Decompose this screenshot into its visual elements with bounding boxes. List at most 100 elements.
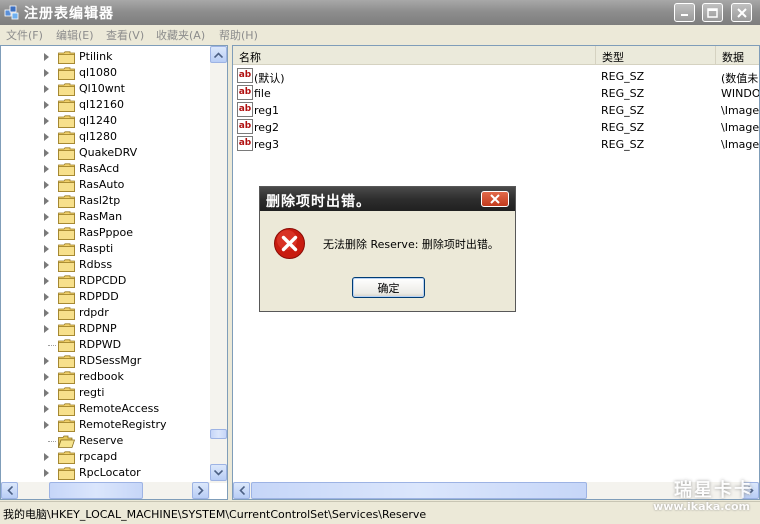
tree-item[interactable]: RDPCDD <box>1 273 211 289</box>
expand-arrow-icon[interactable] <box>44 277 49 285</box>
list-row[interactable]: abreg3 REG_SZ \Image I <box>233 136 759 153</box>
close-icon <box>736 7 747 18</box>
tree-item[interactable]: RemoteRegistry <box>1 417 211 433</box>
expand-arrow-icon[interactable] <box>44 421 49 429</box>
tree-item[interactable]: RDPWD <box>1 337 211 353</box>
list-hscroll-thumb[interactable] <box>251 482 587 499</box>
dialog-close-button[interactable] <box>481 191 509 207</box>
list-scroll-left-button[interactable] <box>233 482 250 499</box>
column-data[interactable]: 数据 <box>716 46 759 65</box>
folder-icon <box>58 83 75 96</box>
folder-open-icon <box>58 435 75 448</box>
tree-item[interactable]: RasAcd <box>1 161 211 177</box>
minimize-button[interactable] <box>674 3 695 22</box>
menu-file[interactable]: 文件(F) <box>6 27 43 43</box>
expand-arrow-icon[interactable] <box>44 181 49 189</box>
tree-horizontal-scrollbar[interactable] <box>1 482 210 499</box>
tree-item[interactable]: RasMan <box>1 209 211 225</box>
scroll-left-button[interactable] <box>1 482 18 499</box>
close-button[interactable] <box>731 3 752 22</box>
expand-arrow-icon[interactable] <box>44 357 49 365</box>
column-type[interactable]: 类型 <box>596 46 716 65</box>
expand-arrow-icon[interactable] <box>44 389 49 397</box>
menu-favorites[interactable]: 收藏夹(A) <box>156 27 205 43</box>
tree-item[interactable]: ql1240 <box>1 113 211 129</box>
expand-arrow-icon[interactable] <box>44 325 49 333</box>
tree-item[interactable]: rdpdr <box>1 305 211 321</box>
tree-item[interactable]: RDSessMgr <box>1 353 211 369</box>
expand-arrow-icon[interactable] <box>44 197 49 205</box>
close-icon <box>490 194 500 204</box>
maximize-button[interactable] <box>702 3 723 22</box>
expand-arrow-icon[interactable] <box>44 453 49 461</box>
tree-item[interactable]: regti <box>1 385 211 401</box>
title-bar: 注册表编辑器 <box>0 0 760 25</box>
tree-item-label: RDPNP <box>79 322 117 335</box>
list-row[interactable]: abreg1 REG_SZ \Image I <box>233 102 759 119</box>
tree-item[interactable]: RpcLocator <box>1 465 211 481</box>
tree-item[interactable]: rpcapd <box>1 449 211 465</box>
tree-item-label: ql12160 <box>79 98 125 111</box>
folder-icon <box>58 115 75 128</box>
menu-view[interactable]: 查看(V) <box>106 27 144 43</box>
tree-item[interactable]: RDPDD <box>1 289 211 305</box>
tree-item[interactable]: ql12160 <box>1 97 211 113</box>
expand-arrow-icon[interactable] <box>44 373 49 381</box>
menu-edit[interactable]: 编辑(E) <box>56 27 94 43</box>
watermark-url: www.ikaka.com <box>653 500 750 513</box>
tree-item[interactable]: Raspti <box>1 241 211 257</box>
registry-tree[interactable]: Ptilink ql1080 Ql10wnt ql12160 ql1240 ql1280 Q… <box>0 45 228 500</box>
scroll-up-button[interactable] <box>210 46 227 63</box>
expand-arrow-icon[interactable] <box>44 69 49 77</box>
folder-icon <box>58 339 75 352</box>
scroll-down-button[interactable] <box>210 464 227 481</box>
tree-item-label: Rasl2tp <box>79 194 121 207</box>
menu-help[interactable]: 帮助(H) <box>219 27 258 43</box>
tree-item-label: RDPDD <box>79 290 119 303</box>
chevron-left-icon <box>238 486 245 495</box>
tree-item[interactable]: RasPppoe <box>1 225 211 241</box>
tree-item[interactable]: Ql10wnt <box>1 81 211 97</box>
tree-item[interactable]: ql1280 <box>1 129 211 145</box>
expand-arrow-icon[interactable] <box>44 101 49 109</box>
tree-item[interactable]: RDPNP <box>1 321 211 337</box>
tree-hscroll-thumb[interactable] <box>49 482 143 499</box>
folder-icon <box>58 467 75 480</box>
column-name[interactable]: 名称 <box>233 46 596 65</box>
expand-arrow-icon[interactable] <box>44 117 49 125</box>
expand-arrow-icon[interactable] <box>44 309 49 317</box>
tree-item[interactable]: Reserve <box>1 433 211 449</box>
expand-arrow-icon[interactable] <box>44 469 49 477</box>
list-row[interactable]: ab (默认) REG_SZ (数值未 <box>233 68 759 85</box>
tree-scroll-thumb[interactable] <box>210 429 227 439</box>
expand-arrow-icon[interactable] <box>44 165 49 173</box>
tree-item-label: ql1240 <box>79 114 118 127</box>
tree-item[interactable]: RemoteAccess <box>1 401 211 417</box>
tree-item[interactable]: redbook <box>1 369 211 385</box>
expand-arrow-icon[interactable] <box>44 293 49 301</box>
tree-item[interactable]: Rdbss <box>1 257 211 273</box>
tree-item[interactable]: ql1080 <box>1 65 211 81</box>
tree-item[interactable]: RasAuto <box>1 177 211 193</box>
list-row[interactable]: abreg2 REG_SZ \Image I <box>233 119 759 136</box>
expand-arrow-icon[interactable] <box>44 405 49 413</box>
expand-arrow-icon[interactable] <box>44 133 49 141</box>
tree-vertical-scrollbar[interactable] <box>210 46 227 483</box>
folder-icon <box>58 243 75 256</box>
expand-arrow-icon[interactable] <box>44 261 49 269</box>
expand-arrow-icon[interactable] <box>44 245 49 253</box>
ok-button[interactable]: 确定 <box>352 277 425 298</box>
tree-item[interactable]: Ptilink <box>1 49 211 65</box>
expand-arrow-icon[interactable] <box>44 85 49 93</box>
expand-arrow-icon[interactable] <box>44 229 49 237</box>
tree-item[interactable]: Rasl2tp <box>1 193 211 209</box>
expand-arrow-icon[interactable] <box>44 213 49 221</box>
menu-bar: 文件(F) 编辑(E) 查看(V) 收藏夹(A) 帮助(H) <box>0 25 760 44</box>
list-row[interactable]: abfile REG_SZ WINDOW <box>233 85 759 102</box>
tree-item-label: Ql10wnt <box>79 82 125 95</box>
tree-item[interactable]: QuakeDRV <box>1 145 211 161</box>
scroll-right-button[interactable] <box>192 482 209 499</box>
expand-arrow-icon[interactable] <box>44 53 49 61</box>
value-type: REG_SZ <box>601 104 645 117</box>
expand-arrow-icon[interactable] <box>44 149 49 157</box>
